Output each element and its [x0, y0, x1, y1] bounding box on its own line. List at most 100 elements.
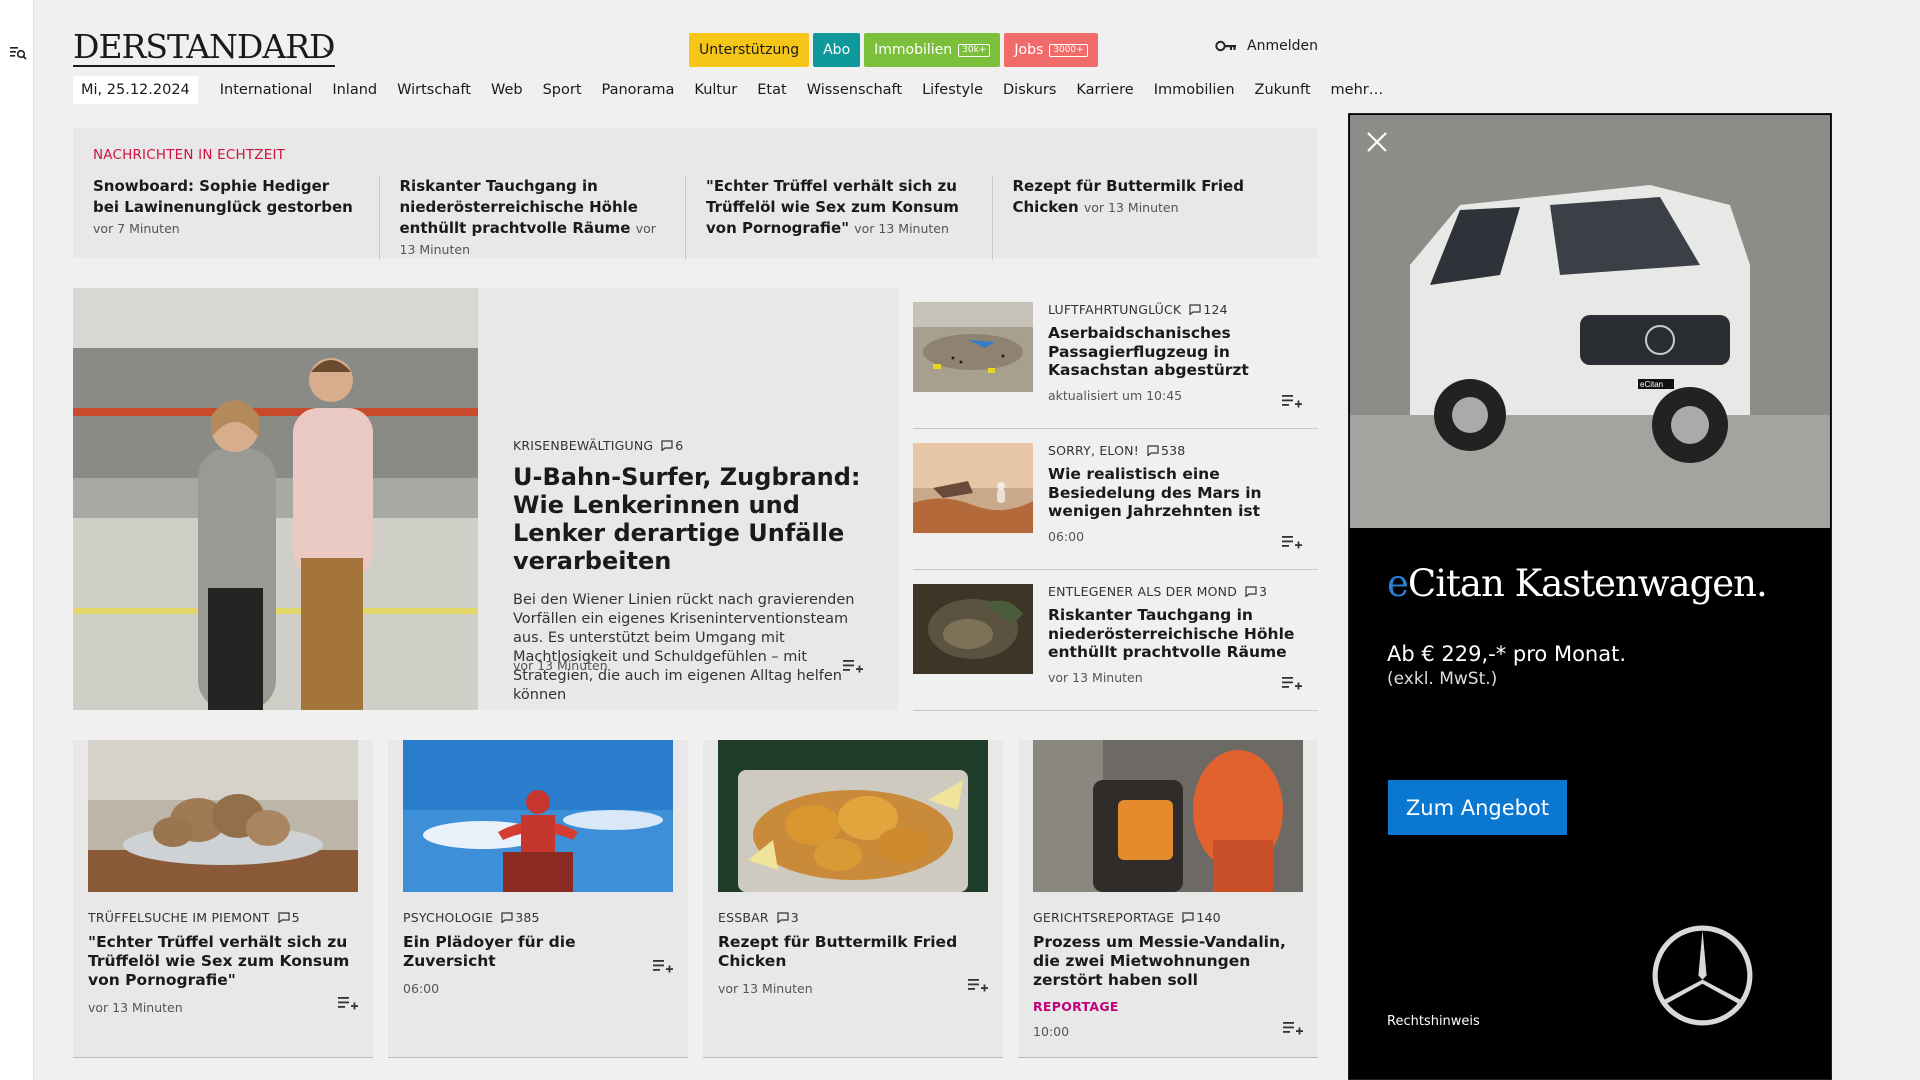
card-image[interactable]	[88, 740, 358, 892]
side-article-image[interactable]	[913, 443, 1033, 533]
nav-item-panorama[interactable]: Panorama	[592, 76, 685, 104]
kicker-label: ESSBAR	[718, 910, 769, 925]
comment-icon	[501, 912, 513, 923]
lead-article-image[interactable]	[73, 288, 478, 710]
close-icon[interactable]	[1365, 130, 1389, 154]
card-image[interactable]	[403, 740, 673, 892]
ticker-item[interactable]: "Echter Trüffel verhält sich zu Trüf­fel…	[706, 176, 993, 260]
article-card[interactable]: TRÜFFELSUCHE IM PIEMONT 5 "Echter Trüffe…	[73, 740, 373, 1058]
side-article[interactable]: ENTLEGENER ALS DER MOND 3 Riskanter Tauc…	[913, 570, 1318, 711]
add-to-playlist-icon[interactable]	[1281, 534, 1303, 550]
nav-item-inland[interactable]: Inland	[322, 76, 387, 104]
chevron-down-icon[interactable]	[320, 42, 336, 58]
nav-item-lifestyle[interactable]: Lifestyle	[912, 76, 993, 104]
nav-item-kultur[interactable]: Kultur	[684, 76, 747, 104]
nav-item-zukunft[interactable]: Zukunft	[1245, 76, 1321, 104]
nav-item-karriere[interactable]: Karriere	[1066, 76, 1143, 104]
add-to-playlist-icon[interactable]	[337, 995, 359, 1011]
comment-count[interactable]: 3	[777, 910, 799, 925]
side-kicker: ENTLEGENER ALS DER MOND 3	[1048, 584, 1313, 599]
comment-icon	[661, 440, 673, 451]
site-header: DERSTANDARD Unterstützung Abo Immobilien…	[73, 30, 1318, 70]
nav-item-wirtschaft[interactable]: Wirtschaft	[387, 76, 481, 104]
menu-search-icon[interactable]	[9, 44, 27, 62]
card-headline[interactable]: Rezept für Buttermilk Fried Chicken	[718, 933, 988, 971]
side-kicker: SORRY, ELON! 538	[1048, 443, 1313, 458]
add-to-playlist-icon[interactable]	[1281, 393, 1303, 409]
comment-icon	[277, 912, 290, 923]
nav-item-sport[interactable]: Sport	[533, 76, 592, 104]
card-image[interactable]	[1033, 740, 1303, 892]
comment-count[interactable]: 3	[1245, 584, 1267, 599]
comment-icon	[1147, 445, 1159, 456]
ticker-item[interactable]: Rezept für Buttermilk Fried Chicken vor …	[1013, 176, 1299, 260]
add-to-playlist-icon[interactable]	[842, 658, 864, 674]
side-article[interactable]: LUFTFAHRTUNGLÜCK 124 Aserbaidschanisches…	[913, 288, 1318, 429]
comment-count[interactable]: 140	[1182, 910, 1221, 925]
side-headline[interactable]: Wie realistisch eine Besiedelung des Mar…	[1048, 465, 1313, 521]
add-to-playlist-icon[interactable]	[652, 958, 674, 974]
card-time: 06:00	[403, 981, 440, 996]
comment-icon	[1182, 912, 1194, 923]
ticker-list: Snowboard: Sophie Hediger bei Lawi­nenun…	[93, 176, 1298, 260]
site-logo[interactable]: DERSTANDARD	[73, 30, 336, 67]
side-article-image[interactable]	[913, 302, 1033, 392]
side-article[interactable]: SORRY, ELON! 538 Wie realistisch eine Be…	[913, 429, 1318, 570]
card-image[interactable]	[718, 740, 988, 892]
nav-item-etat[interactable]: Etat	[747, 76, 796, 104]
comment-count[interactable]: 124	[1189, 302, 1228, 317]
comment-count[interactable]: 5	[277, 910, 300, 925]
comment-count-value: 3	[1259, 584, 1268, 599]
immobilien-button[interactable]: Immobilien 30k+	[864, 33, 1001, 67]
side-headline[interactable]: Aserbaidschanisches Passagier­flugzeug i…	[1048, 324, 1313, 380]
article-card[interactable]: PSYCHOLOGIE 385 Ein Plädoyer für die Zuv…	[388, 740, 688, 1058]
side-headline[interactable]: Riskanter Tauchgang in niederös­terreich…	[1048, 606, 1313, 662]
article-card[interactable]: GERICHTSREPORTAGE 140 Prozess um Messie-…	[1018, 740, 1318, 1058]
abo-button[interactable]: Abo	[813, 33, 861, 67]
ticker-item[interactable]: Riskanter Tauchgang in niederöster­reich…	[400, 176, 686, 260]
ad-headline[interactable]: eCitan Kastenwagen.	[1387, 562, 1768, 605]
comment-count[interactable]: 385	[501, 910, 539, 925]
kicker-label: KRISENBEWÄLTIGUNG	[513, 438, 654, 453]
card-body: ESSBAR 3 Rezept für Buttermilk Fried Chi…	[718, 910, 988, 996]
article-card[interactable]: ESSBAR 3 Rezept für Buttermilk Fried Chi…	[703, 740, 1003, 1058]
jobs-button[interactable]: Jobs 3000+	[1004, 33, 1098, 67]
ad-cta-button[interactable]: Zum Angebot	[1388, 780, 1567, 835]
card-kicker: ESSBAR 3	[718, 910, 988, 925]
ad-vat-note: (exkl. MwSt.)	[1387, 669, 1498, 689]
comment-count[interactable]: 538	[1147, 443, 1185, 458]
login-button[interactable]: Anmelden	[1215, 38, 1318, 54]
jobs-label: Jobs	[1014, 42, 1044, 58]
side-article-image[interactable]	[913, 584, 1033, 674]
add-to-playlist-icon[interactable]	[967, 977, 989, 993]
live-news-ticker: NACHRICHTEN IN ECHTZEIT Snowboard: Sophi…	[73, 128, 1318, 260]
ad-legal-link[interactable]: Rechtshinweis	[1387, 1014, 1480, 1029]
card-headline[interactable]: Prozess um Messie-Vandalin, die zwei Mie…	[1033, 933, 1303, 990]
ad-image[interactable]: eCitan	[1350, 115, 1830, 528]
add-to-playlist-icon[interactable]	[1281, 675, 1303, 691]
comment-count[interactable]: 6	[661, 438, 683, 453]
card-headline[interactable]: Ein Plädoyer für die Zuversicht	[403, 933, 673, 971]
nav-item-web[interactable]: Web	[481, 76, 533, 104]
ticker-time: vor 13 Minuten	[1083, 200, 1179, 215]
advertisement[interactable]: eCitan eCitan Kastenwagen. Ab € 229,-* p…	[1348, 113, 1832, 1080]
nav-item-diskurs[interactable]: Diskurs	[993, 76, 1066, 104]
nav-item-immobilien[interactable]: Immobilien	[1144, 76, 1245, 104]
lead-headline[interactable]: U-Bahn-Surfer, Zugbrand: Wie Lenkerinnen…	[513, 463, 873, 575]
lead-article[interactable]: KRISENBEWÄLTIGUNG 6 U-Bahn-Surfer, Zugbr…	[73, 288, 898, 710]
card-kicker: GERICHTSREPORTAGE 140	[1033, 910, 1303, 925]
add-to-playlist-icon[interactable]	[1282, 1020, 1304, 1036]
nav-item-wissenschaft[interactable]: Wissenschaft	[797, 76, 912, 104]
side-article-list: LUFTFAHRTUNGLÜCK 124 Aserbaidschanisches…	[913, 288, 1318, 711]
comment-icon	[777, 912, 789, 923]
nav-item-more[interactable]: mehr…	[1321, 76, 1394, 104]
ticker-item[interactable]: Snowboard: Sophie Hediger bei Lawi­nenun…	[93, 176, 380, 260]
card-headline[interactable]: "Echter Trüffel verhält sich zu Trüffelö…	[88, 933, 358, 990]
mercedes-star-logo	[1652, 925, 1753, 1026]
login-label: Anmelden	[1247, 38, 1318, 54]
card-kicker: TRÜFFELSUCHE IM PIEMONT 5	[88, 910, 358, 925]
current-date: Mi, 25.12.2024	[73, 76, 198, 104]
comment-count-value: 3	[790, 910, 799, 925]
support-button[interactable]: Unterstützung	[689, 33, 810, 67]
nav-item-international[interactable]: International	[210, 76, 323, 104]
